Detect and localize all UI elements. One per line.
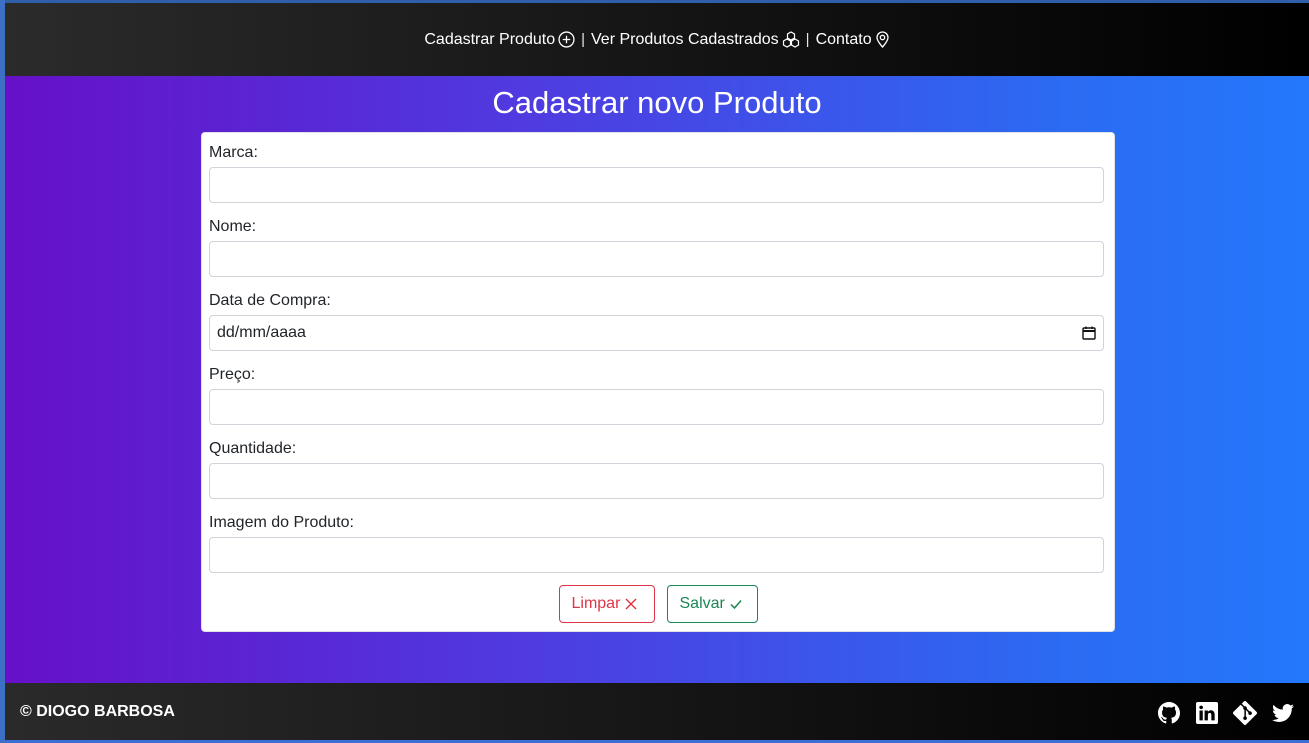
- github-link[interactable]: [1157, 701, 1181, 725]
- preco-input[interactable]: [209, 389, 1104, 425]
- twitter-icon: [1272, 704, 1294, 722]
- nome-label: Nome:: [209, 218, 257, 235]
- git-link[interactable]: [1233, 701, 1257, 725]
- limpar-button-label: Limpar: [571, 595, 621, 612]
- plus-circle-icon: [558, 31, 575, 48]
- social-links: [1157, 701, 1295, 725]
- preco-label: Preço:: [209, 366, 256, 383]
- imagem-produto-input[interactable]: [209, 537, 1104, 573]
- x-icon: [625, 598, 637, 610]
- imagem-produto-label: Imagem do Produto:: [209, 514, 354, 531]
- twitter-link[interactable]: [1271, 701, 1295, 725]
- nav-ver-produtos-label: Ver Produtos Cadastrados: [591, 30, 779, 48]
- calendar-icon[interactable]: [1082, 326, 1096, 340]
- linkedin-icon: [1196, 702, 1218, 724]
- top-navbar: Cadastrar Produto | Ver Produtos Cadastr…: [5, 3, 1309, 76]
- salvar-button-label: Salvar: [679, 595, 725, 612]
- limpar-button[interactable]: Limpar: [558, 585, 655, 623]
- linkedin-link[interactable]: [1195, 701, 1219, 725]
- nav-contato-label: Contato: [815, 30, 872, 48]
- nav-cadastrar-produto-label: Cadastrar Produto: [424, 30, 556, 48]
- page-footer: © DIOGO BARBOSA: [5, 683, 1309, 740]
- nav-separator: |: [805, 31, 810, 48]
- product-form: Marca: Nome: Data de Compra: dd/mm/aaaa …: [201, 132, 1115, 632]
- data-compra-input-value: dd/mm/aaaa: [217, 324, 306, 341]
- page-title: Cadastrar novo Produto: [492, 85, 822, 120]
- marca-input[interactable]: [209, 167, 1104, 203]
- nome-input[interactable]: [209, 241, 1104, 277]
- quantidade-input[interactable]: [209, 463, 1104, 499]
- geo-alt-icon: [875, 31, 889, 48]
- nav-separator: |: [581, 31, 585, 48]
- check-icon: [730, 600, 742, 610]
- data-compra-label: Data de Compra:: [209, 292, 331, 309]
- quantidade-label: Quantidade:: [209, 440, 297, 457]
- git-icon: [1233, 701, 1257, 725]
- nav-ver-produtos[interactable]: Ver Produtos Cadastrados: [591, 31, 800, 49]
- page-frame: Cadastrar Produto | Ver Produtos Cadastr…: [5, 3, 1309, 740]
- marca-label: Marca:: [209, 144, 258, 161]
- form-actions: Limpar Salvar: [202, 585, 1114, 623]
- nav-cadastrar-produto[interactable]: Cadastrar Produto: [424, 31, 575, 49]
- boxes-icon: [782, 31, 799, 48]
- github-icon: [1158, 702, 1180, 724]
- copyright-text: © DIOGO BARBOSA: [20, 703, 175, 720]
- data-compra-input[interactable]: dd/mm/aaaa: [209, 315, 1104, 351]
- salvar-button[interactable]: Salvar: [666, 585, 758, 623]
- nav-contato[interactable]: Contato: [816, 31, 890, 49]
